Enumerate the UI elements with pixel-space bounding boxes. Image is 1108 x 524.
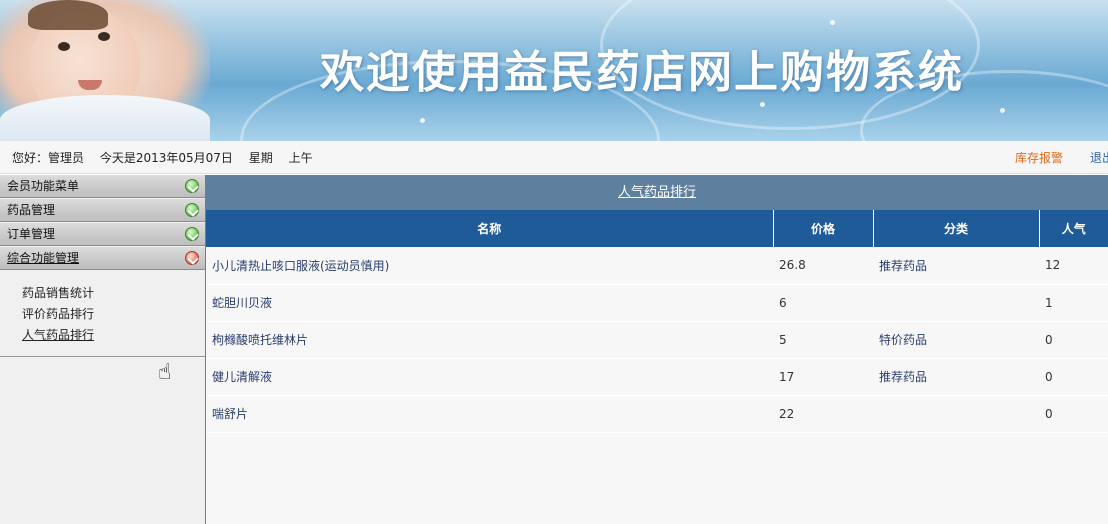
- baby-eye: [98, 32, 110, 41]
- column-header-popularity: 人气: [1039, 210, 1108, 247]
- popularity-cell: 0: [1039, 395, 1108, 433]
- category-cell: 特价药品: [873, 321, 1039, 359]
- banner-sparkle: [760, 102, 765, 107]
- popularity-cell: 1: [1039, 284, 1108, 322]
- hand-pointer-icon: ☝: [158, 360, 172, 385]
- table-row: 枸橼酸喷托维林片 5 特价药品 0: [206, 321, 1108, 359]
- banner-sparkle: [1000, 108, 1005, 113]
- submenu-item-popularity-rank[interactable]: 人气药品排行: [22, 325, 205, 346]
- submenu-comprehensive: 药品销售统计 评价药品排行 人气药品排行: [0, 271, 205, 357]
- table-row: 小儿清热止咳口服液(运动员慎用) 26.8 推荐药品 12: [206, 247, 1108, 285]
- category-cell: [873, 284, 1039, 322]
- weekday-text: 星期: [248, 151, 273, 165]
- sidebar-menu: 会员功能菜单 药品管理 订单管理 综合功能管理 药品销售统计 评价药品排行 人气…: [0, 175, 206, 524]
- column-header-price: 价格: [773, 210, 874, 247]
- drug-name-cell[interactable]: 喘舒片: [206, 395, 773, 433]
- baby-hair: [28, 0, 108, 30]
- greeting-line: 您好：管理员 今天是2013年05月07日 星期 上午: [12, 149, 325, 166]
- drug-name-cell[interactable]: 健儿清解液: [206, 358, 773, 396]
- baby-photo: [0, 0, 210, 141]
- menu-order-management[interactable]: 订单管理: [0, 223, 205, 246]
- expand-icon[interactable]: [185, 203, 199, 217]
- drug-name-cell[interactable]: 小儿清热止咳口服液(运动员慎用): [206, 247, 773, 285]
- popularity-cell: 12: [1039, 247, 1108, 285]
- stock-alert-link[interactable]: 库存报警: [1015, 149, 1063, 166]
- submenu-item-sales-stats[interactable]: 药品销售统计: [22, 283, 205, 304]
- category-cell: 推荐药品: [873, 358, 1039, 396]
- page-title-bar: 人气药品排行: [206, 175, 1108, 210]
- banner-sparkle: [420, 118, 425, 123]
- baby-eye: [58, 42, 70, 51]
- menu-comprehensive-management[interactable]: 综合功能管理: [0, 247, 205, 270]
- price-cell: 22: [773, 395, 873, 433]
- page-title[interactable]: 人气药品排行: [618, 185, 696, 200]
- menu-label: 订单管理: [7, 227, 56, 241]
- date-text: 今天是2013年05月07日: [99, 151, 233, 165]
- column-header-category: 分类: [873, 210, 1040, 247]
- table-row: 喘舒片 22 0: [206, 395, 1108, 433]
- menu-label: 综合功能管理: [7, 251, 80, 265]
- category-cell: 推荐药品: [873, 247, 1039, 285]
- collapse-icon[interactable]: [185, 251, 199, 265]
- popularity-cell: 0: [1039, 358, 1108, 396]
- header-banner: 欢迎使用益民药店网上购物系统: [0, 0, 1108, 141]
- period-text: 上午: [288, 151, 313, 165]
- popularity-table: 名称 价格 分类 人气 小儿清热止咳口服液(运动员慎用) 26.8 推荐药品 1…: [206, 210, 1108, 433]
- column-header-name: 名称: [206, 210, 774, 247]
- logout-link[interactable]: 退出: [1090, 149, 1108, 166]
- menu-label: 药品管理: [7, 203, 56, 217]
- main-content: 人气药品排行 名称 价格 分类 人气 小儿清热止咳口服液(运动员慎用) 26.8…: [206, 175, 1108, 524]
- expand-icon[interactable]: [185, 227, 199, 241]
- price-cell: 17: [773, 358, 873, 396]
- price-cell: 26.8: [773, 247, 873, 285]
- site-title: 欢迎使用益民药店网上购物系统: [320, 47, 964, 98]
- user-info-bar: 您好：管理员 今天是2013年05月07日 星期 上午 库存报警 退出: [0, 141, 1108, 174]
- menu-label: 会员功能菜单: [7, 179, 80, 193]
- menu-drug-management[interactable]: 药品管理: [0, 199, 205, 222]
- category-cell: [873, 395, 1039, 433]
- expand-icon[interactable]: [185, 179, 199, 193]
- table-row: 蛇胆川贝液 6 1: [206, 284, 1108, 322]
- banner-sparkle: [830, 20, 835, 25]
- table-header-row: 名称 价格 分类 人气: [206, 210, 1108, 247]
- price-cell: 6: [773, 284, 873, 322]
- baby-towel: [0, 95, 210, 141]
- drug-name-cell[interactable]: 蛇胆川贝液: [206, 284, 773, 322]
- submenu-item-rating-rank[interactable]: 评价药品排行: [22, 304, 205, 325]
- menu-member-functions[interactable]: 会员功能菜单: [0, 175, 205, 198]
- greeting-text: 您好：管理员: [12, 151, 85, 165]
- price-cell: 5: [773, 321, 873, 359]
- popularity-cell: 0: [1039, 321, 1108, 359]
- table-row: 健儿清解液 17 推荐药品 0: [206, 358, 1108, 396]
- drug-name-cell[interactable]: 枸橼酸喷托维林片: [206, 321, 773, 359]
